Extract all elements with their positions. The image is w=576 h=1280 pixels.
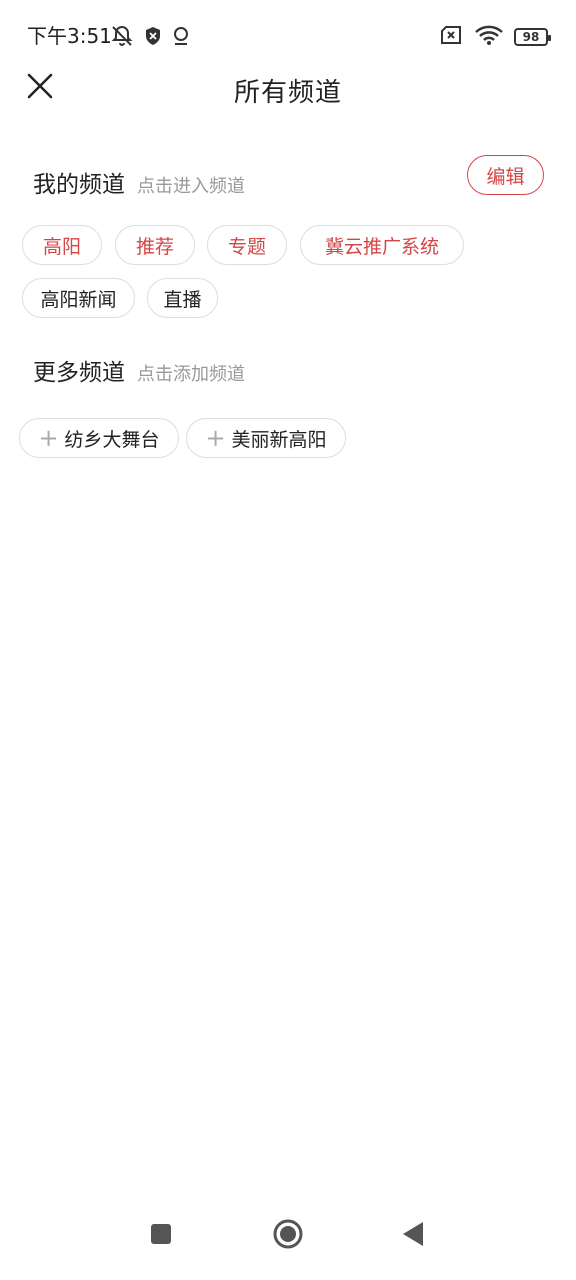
shield-icon	[144, 26, 162, 50]
wifi-icon	[474, 24, 504, 50]
circle-icon	[272, 1218, 304, 1254]
status-icons-left	[110, 24, 190, 52]
more-channels-title: 更多频道	[33, 360, 125, 386]
my-channels-hint: 点击进入频道	[137, 176, 245, 197]
page-title: 所有频道	[233, 78, 342, 108]
channel-chip[interactable]: 高阳	[22, 225, 102, 265]
system-nav-bar	[0, 1200, 576, 1280]
status-icons-right: 98	[440, 24, 551, 50]
add-channel-label: 美丽新高阳	[231, 428, 327, 451]
channel-chip[interactable]: 冀云推广系统	[300, 225, 464, 265]
channel-chip[interactable]: 推荐	[115, 225, 195, 265]
back-button[interactable]	[393, 1216, 433, 1256]
square-icon	[150, 1223, 172, 1249]
more-channels-hint: 点击添加频道	[137, 364, 245, 385]
channel-chip[interactable]: 高阳新闻	[22, 278, 135, 318]
triangle-back-icon	[401, 1221, 425, 1251]
top-bar: 所有频道	[0, 60, 576, 120]
channel-chip[interactable]: 直播	[147, 278, 218, 318]
plus-icon: +	[38, 424, 59, 452]
recent-apps-button[interactable]	[141, 1216, 181, 1256]
my-channels-title: 我的频道	[33, 172, 125, 198]
location-icon	[172, 26, 190, 50]
add-channel-chip[interactable]: + 美丽新高阳	[186, 418, 346, 458]
status-time: 下午3:51	[27, 24, 112, 48]
plus-icon: +	[205, 424, 226, 452]
my-channels-header: 我的频道 点击进入频道	[33, 165, 245, 199]
bell-off-icon	[110, 24, 134, 52]
home-button[interactable]	[268, 1216, 308, 1256]
more-channels-header: 更多频道 点击添加频道	[33, 353, 245, 387]
edit-button[interactable]: 编辑	[467, 155, 544, 195]
add-channel-label: 纺乡大舞台	[64, 428, 160, 451]
channel-chip[interactable]: 专题	[207, 225, 287, 265]
battery-icon: 98	[514, 28, 551, 46]
sim-off-icon	[440, 25, 464, 49]
add-channel-chip[interactable]: + 纺乡大舞台	[19, 418, 179, 458]
